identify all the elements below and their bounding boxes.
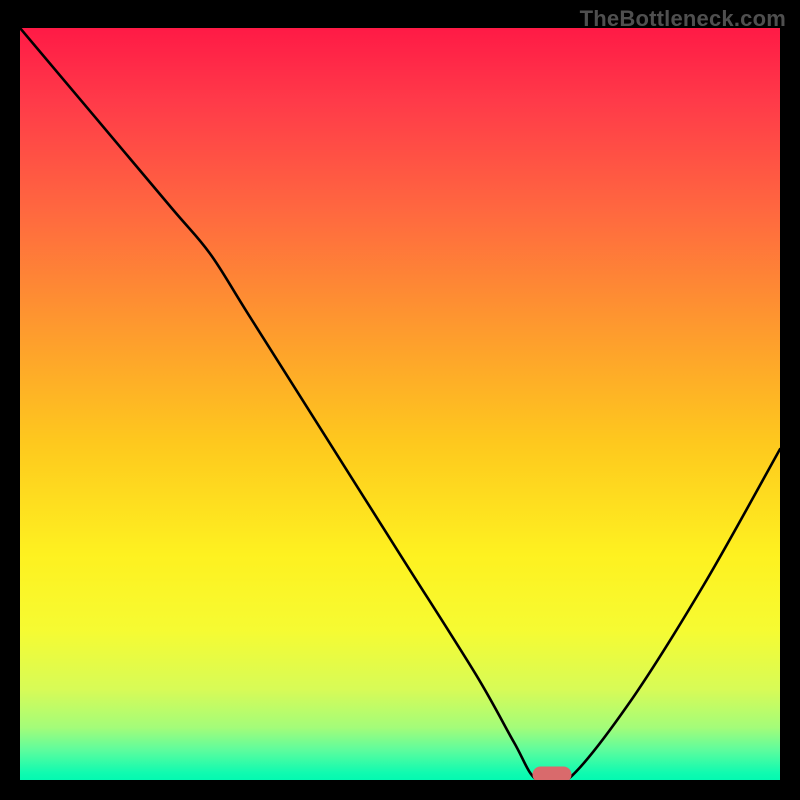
curve-svg: [20, 28, 780, 780]
chart-frame: TheBottleneck.com: [0, 0, 800, 800]
plot-area: [20, 28, 780, 780]
bottleneck-curve: [20, 28, 780, 780]
optimum-marker: [533, 767, 571, 780]
